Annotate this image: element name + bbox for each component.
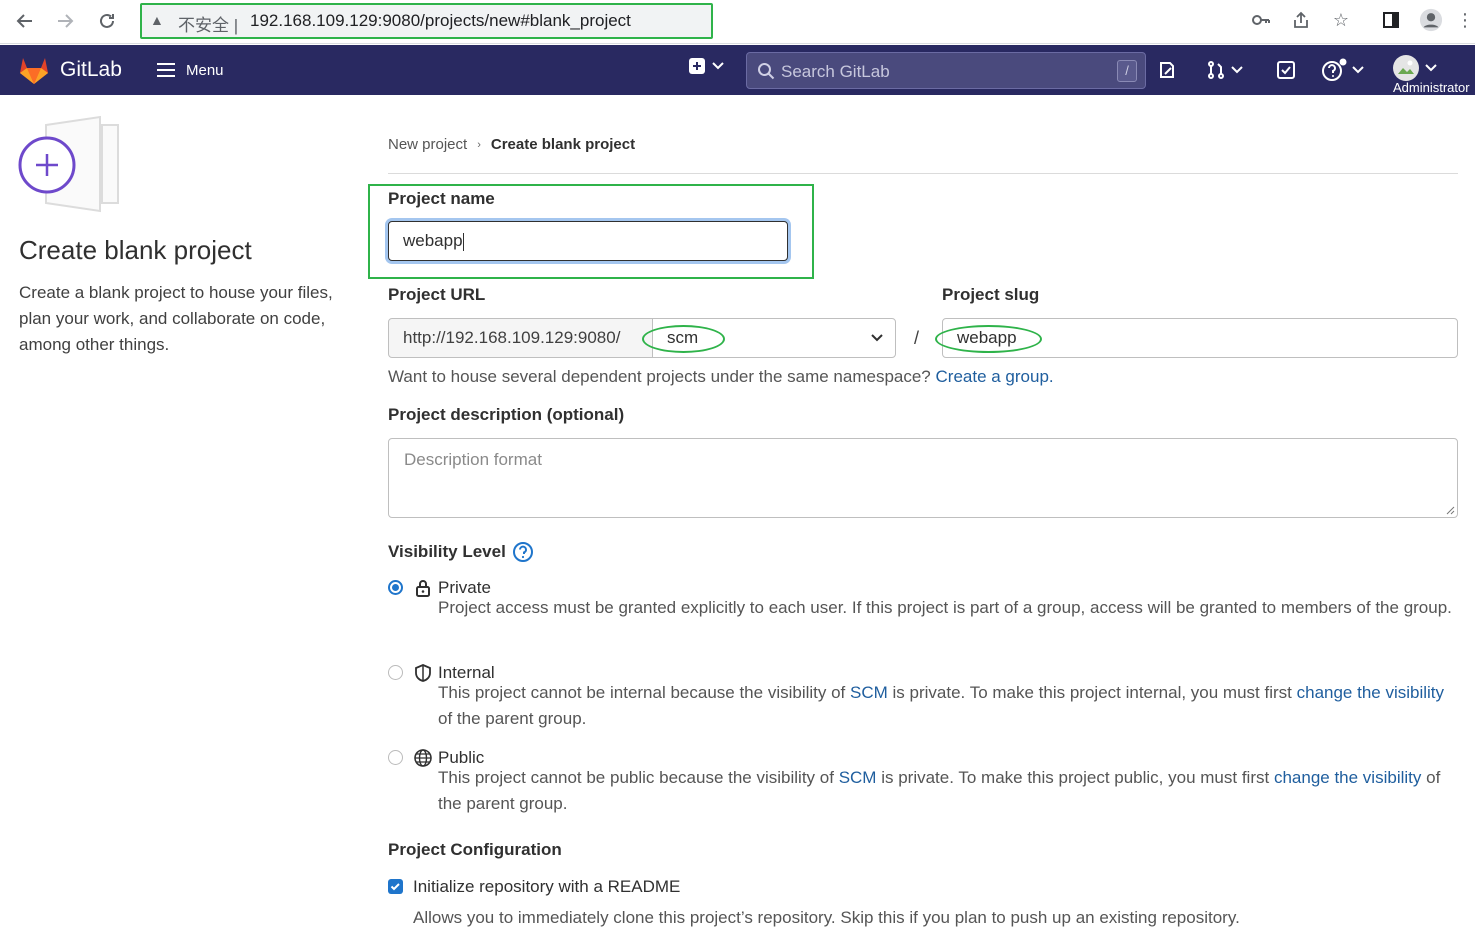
annotation-oval <box>642 325 725 353</box>
project-configuration-title: Project Configuration <box>388 840 562 859</box>
description-placeholder: Description format <box>404 450 542 469</box>
namespace-help: Want to house several dependent projects… <box>388 367 1054 387</box>
breadcrumb-new-project[interactable]: New project <box>388 136 467 153</box>
internal-desc-text: This project cannot be internal because … <box>438 683 846 702</box>
visibility-public-radio[interactable] <box>388 750 403 765</box>
visibility-internal-desc: This project cannot be internal because … <box>438 680 1458 732</box>
key-icon[interactable] <box>1249 8 1273 32</box>
visibility-internal-radio[interactable] <box>388 665 403 680</box>
url-text[interactable]: 192.168.109.129:9080/projects/new#blank_… <box>250 11 631 31</box>
project-name-label: Project name <box>388 189 495 208</box>
todo-checkbox-icon <box>1277 61 1295 79</box>
lock-icon <box>416 580 430 597</box>
user-name-label: Administrator <box>1393 80 1470 95</box>
issues-button[interactable] <box>1157 55 1177 85</box>
globe-icon <box>414 749 432 767</box>
breadcrumb-current: Create blank project <box>490 136 636 153</box>
merge-request-icon <box>1208 61 1224 79</box>
plus-square-icon <box>689 58 705 74</box>
chevron-down-icon <box>1231 66 1243 74</box>
help-button[interactable] <box>1321 55 1364 85</box>
address-bar[interactable]: ▲ 不安全 | 192.168.109.129:9080/projects/ne… <box>140 3 713 39</box>
readme-checkbox[interactable] <box>388 879 403 894</box>
breadcrumb-separator-icon: › <box>477 138 481 151</box>
insecure-label: 不安全 | <box>178 16 239 35</box>
readme-checkbox-label[interactable]: Initialize repository with a README <box>413 877 680 897</box>
user-menu-button[interactable] <box>1392 53 1437 83</box>
blank-project-illustration <box>18 115 122 215</box>
project-url-label: Project URL <box>388 285 486 304</box>
reload-icon[interactable] <box>92 6 122 36</box>
breadcrumb-divider <box>388 173 1458 174</box>
visibility-public-desc: This project cannot be public because th… <box>438 765 1458 817</box>
internal-desc-text: is private. To make this project interna… <box>892 683 1292 702</box>
menu-label: Menu <box>186 61 224 79</box>
side-panel-icon[interactable] <box>1379 8 1403 32</box>
bookmark-star-icon[interactable]: ☆ <box>1329 8 1353 32</box>
chevron-down-icon <box>712 62 724 70</box>
gitlab-logo-icon[interactable] <box>18 55 50 90</box>
project-name-value: webapp <box>403 231 463 250</box>
annotation-oval <box>935 325 1042 353</box>
shield-icon <box>415 664 431 682</box>
question-circle-icon[interactable] <box>512 541 534 563</box>
public-desc-text: This project cannot be public because th… <box>438 768 834 787</box>
browser-toolbar: ▲ 不安全 | 192.168.109.129:9080/projects/ne… <box>0 0 1475 44</box>
change-visibility-link[interactable]: change the visibility <box>1297 683 1444 702</box>
brand-name[interactable]: GitLab <box>60 58 122 82</box>
public-desc-text: is private. To make this project public,… <box>881 768 1270 787</box>
help-icon <box>1322 58 1347 81</box>
warning-icon[interactable]: ▲ <box>150 12 164 28</box>
page-title: Create blank project <box>19 235 252 265</box>
change-visibility-link[interactable]: change the visibility <box>1274 768 1421 787</box>
scm-group-link[interactable]: SCM <box>839 768 877 787</box>
todos-button[interactable] <box>1276 55 1296 85</box>
chevron-down-icon <box>871 334 883 342</box>
share-icon[interactable] <box>1289 8 1313 32</box>
checkmark-icon <box>390 883 400 891</box>
gitlab-top-nav: GitLab Menu Search GitLab / Administrato… <box>0 45 1475 95</box>
avatar <box>1393 55 1419 81</box>
chevron-down-icon <box>1352 66 1364 74</box>
hamburger-icon <box>157 63 175 77</box>
project-url-prefix: http://192.168.109.129:9080/ <box>388 318 653 358</box>
visibility-heading: Visibility Level <box>388 541 534 563</box>
search-input[interactable]: Search GitLab / <box>746 52 1146 89</box>
forward-icon[interactable] <box>50 6 80 36</box>
scm-group-link[interactable]: SCM <box>850 683 888 702</box>
search-shortcut-badge: / <box>1117 60 1137 82</box>
resize-handle-icon[interactable] <box>1445 505 1455 515</box>
create-group-link[interactable]: Create a group. <box>936 367 1054 386</box>
profile-icon[interactable] <box>1419 8 1443 32</box>
namespace-help-text: Want to house several dependent projects… <box>388 367 931 386</box>
issues-icon <box>1160 62 1174 78</box>
url-slug-separator: / <box>914 328 920 348</box>
breadcrumb: New project › Create blank project <box>388 136 635 153</box>
back-icon[interactable] <box>10 6 40 36</box>
new-item-button[interactable] <box>688 57 724 75</box>
project-description-label: Project description (optional) <box>388 405 625 424</box>
project-name-input[interactable]: webapp <box>388 221 788 261</box>
search-placeholder: Search GitLab <box>781 62 890 81</box>
chevron-down-icon <box>1425 64 1437 72</box>
visibility-private-radio[interactable] <box>388 580 403 595</box>
project-slug-label: Project slug <box>942 285 1040 304</box>
more-menu-icon[interactable]: ⋮ <box>1456 8 1474 32</box>
internal-desc-text: of the parent group. <box>438 709 587 728</box>
page-description: Create a blank project to house your fil… <box>19 283 333 354</box>
search-icon <box>758 63 775 80</box>
visibility-title: Visibility Level <box>388 542 506 561</box>
readme-help-text: Allows you to immediately clone this pro… <box>413 908 1240 927</box>
visibility-private-desc: Project access must be granted explicitl… <box>438 598 1452 617</box>
text-cursor <box>462 232 464 251</box>
merge-requests-button[interactable] <box>1206 55 1243 85</box>
project-description-textarea[interactable]: Description format <box>388 438 1458 518</box>
menu-button[interactable]: Menu <box>156 55 224 85</box>
